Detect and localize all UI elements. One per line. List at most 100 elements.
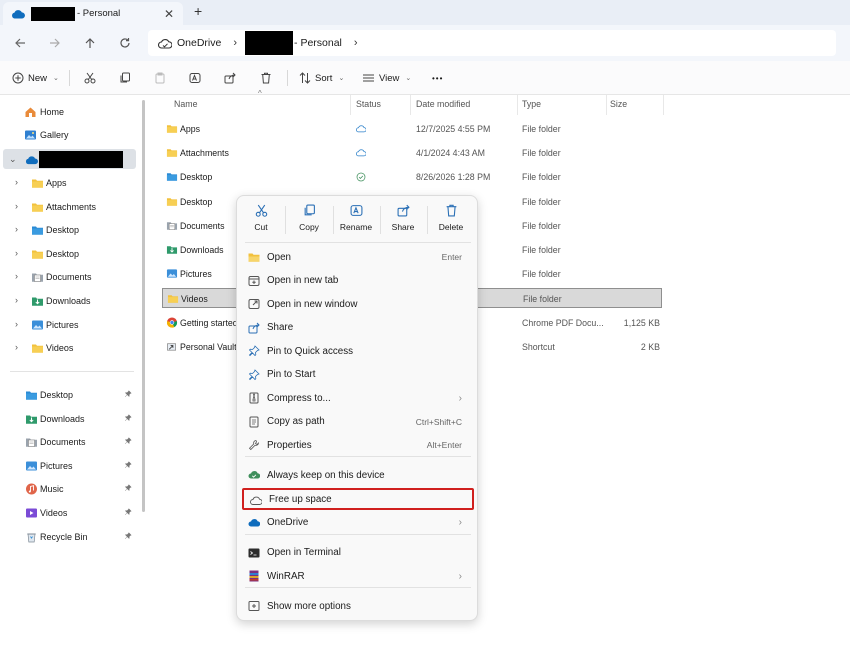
sidebar-item-desktop[interactable]: › Desktop [0,220,136,240]
menu-item-free-up-space[interactable]: Free up space [242,488,474,510]
sidebar-item-pictures[interactable]: › Pictures [0,315,136,335]
forward-button[interactable] [46,34,64,52]
sidebar-item-attachments[interactable]: › Attachments [0,197,136,217]
sidebar-item-downloads[interactable]: › Downloads [0,291,136,311]
paste-button[interactable] [154,70,166,86]
pin-icon[interactable] [124,461,132,469]
menu-item-pin-to-quick-access[interactable]: Pin to Quick access [242,340,474,362]
rename-button[interactable] [189,70,201,86]
file-type: File folder [522,172,561,183]
column-divider[interactable] [517,95,518,115]
menu-item-open-in-terminal[interactable]: Open in Terminal [242,542,474,564]
menu-item-open-in-new-window[interactable]: Open in new window [242,293,474,315]
quick-access-music[interactable]: Music [0,479,136,499]
context-cut-button[interactable]: Cut [239,204,283,240]
music-icon [25,483,38,495]
breadcrumb-current[interactable]: - Personal [294,37,342,49]
context-share-button[interactable]: Share [381,204,425,240]
quick-access-videos[interactable]: Videos [0,503,136,523]
address-bar[interactable]: OneDrive › - Personal › [148,30,836,56]
delete-button[interactable] [260,70,272,86]
new-button[interactable]: New ⌄ [12,70,59,86]
back-button[interactable] [11,34,29,52]
quick-access-desktop[interactable]: Desktop [0,385,136,405]
onedrive-outline-icon [158,38,172,49]
gallery-icon [24,129,37,141]
sidebar-item-videos[interactable]: › Videos [0,338,136,358]
copy-button[interactable] [119,70,131,86]
tab-close-button[interactable]: ✕ [164,7,174,21]
menu-item-onedrive[interactable]: OneDrive › [242,512,474,534]
quick-access-documents[interactable]: Documents [0,432,136,452]
sidebar-item-apps[interactable]: › Apps [0,173,136,193]
context-copy-button[interactable]: Copy [287,204,331,240]
new-tab-button[interactable]: + [194,3,202,19]
menu-item-properties[interactable]: Properties Alt+Enter [242,434,474,456]
breadcrumb-separator[interactable]: › [233,37,237,49]
cloud-outline-icon [250,495,262,507]
quick-access-pictures[interactable]: Pictures [0,456,136,476]
pin-icon[interactable] [124,484,132,492]
column-header-name[interactable]: Name [174,99,197,109]
more-options-button[interactable]: ••• [432,70,443,86]
chevron-right-icon[interactable]: › [15,319,18,329]
quick-access-recycle-bin[interactable]: Recycle Bin [0,527,136,547]
pin-icon[interactable] [124,531,132,540]
winrar-icon [248,570,260,582]
menu-item-share[interactable]: Share [242,317,474,339]
up-button[interactable] [81,34,99,52]
menu-item-pin-to-start[interactable]: Pin to Start [242,364,474,386]
sidebar-item-label: Music [40,484,64,495]
pin-icon[interactable] [124,390,132,398]
chevron-right-icon[interactable]: › [15,295,18,305]
column-header-status[interactable]: Status [356,99,381,109]
breadcrumb-separator[interactable]: › [354,37,358,49]
pin-icon[interactable] [124,437,132,445]
menu-item-always-keep-on-this-device[interactable]: Always keep on this device [242,464,474,486]
column-divider[interactable] [350,95,351,115]
refresh-button[interactable] [116,34,134,52]
keep-device-icon [248,469,260,481]
column-header-size[interactable]: Size [610,99,627,109]
pin-icon[interactable] [124,413,132,422]
sidebar-item-desktop[interactable]: › Desktop [0,244,136,264]
menu-item-label: Free up space [269,493,332,505]
share-button[interactable] [224,70,236,86]
column-header-date-modified[interactable]: Date modified [416,99,470,109]
sidebar-item-home[interactable]: Home [0,102,136,122]
pictures-icon [31,319,44,331]
chevron-right-icon[interactable]: › [15,342,18,352]
column-header-type[interactable]: Type [522,99,541,109]
table-row[interactable]: Desktop 8/26/2026 1:28 PM File folder [162,167,662,187]
chevron-right-icon[interactable]: › [15,201,18,211]
divider [285,206,286,234]
sidebar-scrollbar[interactable] [142,100,145,512]
column-divider[interactable] [663,95,664,115]
cut-button[interactable] [84,70,96,86]
quick-access-downloads[interactable]: Downloads [0,409,136,429]
column-divider[interactable] [410,95,411,115]
menu-item-open-in-new-tab[interactable]: Open in new tab [242,270,474,292]
column-divider[interactable] [606,95,607,115]
menu-item-open[interactable]: Open Enter [242,246,474,268]
sidebar-item-documents[interactable]: › Documents [0,267,136,287]
menu-item-compress-to[interactable]: Compress to... › [242,387,474,409]
chevron-right-icon[interactable]: › [15,271,18,281]
table-row[interactable]: Apps 12/7/2025 4:55 PM File folder [162,119,662,139]
breadcrumb-onedrive[interactable]: OneDrive [177,37,221,49]
context-rename-button[interactable]: Rename [334,204,378,240]
menu-item-winrar[interactable]: WinRAR › [242,565,474,587]
view-button[interactable]: View ⌄ [362,70,411,86]
sort-button[interactable]: Sort ⌄ [299,70,344,86]
table-row[interactable]: Attachments 4/1/2024 4:43 AM File folder [162,143,662,163]
tab-personal[interactable]: - Personal ✕ [3,2,183,25]
context-delete-button[interactable]: Delete [429,204,473,240]
chevron-right-icon[interactable]: › [15,177,18,187]
chevron-right-icon[interactable]: › [15,224,18,234]
menu-item-show-more-options[interactable]: Show more options [242,595,474,617]
sidebar-item-onedrive-personal[interactable]: ⌄ [3,149,136,169]
pin-icon[interactable] [124,508,132,516]
chevron-right-icon[interactable]: › [15,248,18,258]
sidebar-item-gallery[interactable]: Gallery [0,125,136,145]
menu-item-copy-as-path[interactable]: Copy as path Ctrl+Shift+C [242,411,474,433]
